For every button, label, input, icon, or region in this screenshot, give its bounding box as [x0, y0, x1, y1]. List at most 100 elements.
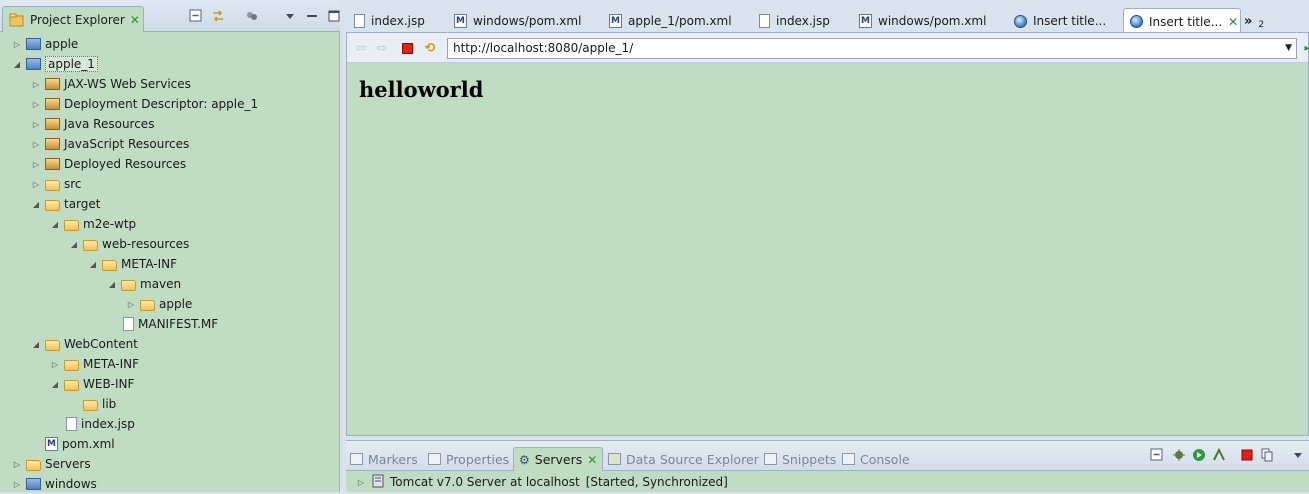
view-menu-icon[interactable]	[1291, 448, 1305, 462]
tree-item-label: target	[64, 197, 101, 211]
chevron-down-icon[interactable]: ▼	[1285, 39, 1292, 58]
maven-file-icon: M	[859, 14, 872, 28]
tree-item[interactable]: ▷ META-INF	[50, 354, 139, 374]
collapse-all-icon[interactable]	[1150, 448, 1164, 462]
expanded-twisty-icon[interactable]: ◢	[31, 200, 41, 209]
tab-snippets[interactable]: Snippets	[764, 447, 836, 471]
debug-server-icon[interactable]	[1172, 448, 1186, 462]
editor-tab-insert-title-active[interactable]: Insert title... ✕	[1123, 8, 1241, 34]
tree-item[interactable]: ▷ apple	[126, 294, 192, 314]
publish-icon[interactable]	[1260, 448, 1274, 462]
close-icon[interactable]: ✕	[130, 14, 140, 26]
link-with-editor-icon[interactable]	[211, 9, 225, 23]
collapsed-twisty-icon[interactable]: ▷	[31, 180, 41, 189]
collapsed-twisty-icon[interactable]: ▷	[12, 460, 22, 469]
filters-icon[interactable]	[245, 9, 259, 23]
maven-file-icon: M	[609, 14, 622, 28]
editor-tab-windows-pom-1[interactable]: M windows/pom.xml	[448, 8, 603, 34]
collapsed-twisty-icon[interactable]: ▷	[12, 40, 22, 49]
java-resources-icon	[45, 118, 60, 130]
tree-item[interactable]: MANIFEST.MF	[107, 314, 218, 334]
tree-item[interactable]: ◢ target	[31, 194, 101, 214]
stop-server-icon[interactable]	[1240, 448, 1254, 462]
maximize-icon[interactable]	[327, 9, 341, 23]
expanded-twisty-icon[interactable]: ◢	[88, 260, 98, 269]
profile-server-icon[interactable]	[1212, 447, 1226, 462]
tab-markers[interactable]: Markers	[350, 447, 418, 471]
server-row-tomcat[interactable]: ▷ Tomcat v7.0 Server at localhost [Start…	[356, 472, 728, 492]
folder-icon	[64, 219, 79, 231]
url-input[interactable]: http://localhost:8080/apple_1/ ▼	[447, 38, 1297, 59]
tree-item[interactable]: ◢ META-INF	[88, 254, 177, 274]
collapsed-twisty-icon[interactable]: ▷	[31, 80, 41, 89]
folder-icon	[102, 259, 117, 271]
editor-tab-overflow[interactable]: » 2	[1244, 8, 1268, 34]
tree-item[interactable]: ▷ apple	[12, 34, 78, 54]
explorer-toolbar: Project Explorer ✕	[0, 0, 340, 32]
close-icon[interactable]: ✕	[587, 454, 597, 466]
minimize-icon[interactable]	[305, 9, 319, 23]
tree-item[interactable]: ▷ Deployed Resources	[31, 154, 186, 174]
expand-twisty-icon[interactable]: ▷	[356, 478, 366, 487]
tree-item[interactable]: ▷ src	[31, 174, 82, 194]
tree-item[interactable]: ◢ web-resources	[69, 234, 189, 254]
expanded-twisty-icon[interactable]: ◢	[31, 340, 41, 349]
tree-item[interactable]: index.jsp	[50, 414, 135, 434]
tree-item[interactable]: ◢ WebContent	[31, 334, 138, 354]
tree-item-label: META-INF	[121, 257, 178, 271]
tree-item[interactable]: ◢ apple_1	[12, 54, 98, 74]
back-icon[interactable]: ⇦	[353, 40, 369, 56]
tree-item[interactable]: ▷ Java Resources	[31, 114, 155, 134]
properties-icon	[428, 453, 441, 465]
tree-item[interactable]: ▷ Servers	[12, 454, 91, 474]
collapsed-twisty-icon[interactable]: ▷	[126, 300, 136, 309]
close-icon[interactable]: ✕	[1228, 16, 1238, 28]
tab-properties[interactable]: Properties	[428, 447, 509, 471]
start-server-icon[interactable]	[1192, 448, 1206, 462]
editor-tab-insert-title-1[interactable]: Insert title...	[1008, 8, 1123, 34]
editor-tab-windows-pom-2[interactable]: M windows/pom.xml	[853, 8, 1008, 34]
folder-icon	[45, 199, 60, 211]
tree-item-label: Deployed Resources	[64, 157, 187, 171]
internal-web-browser: ⇦ ⇨ ⟲ http://localhost:8080/apple_1/ ▼ ▸…	[346, 32, 1309, 436]
tree-item[interactable]: ▷ Deployment Descriptor: apple_1	[31, 94, 258, 114]
tree-item[interactable]: lib	[69, 394, 116, 414]
tab-data-source-explorer[interactable]: Data Source Explorer	[608, 447, 759, 471]
tree-item-label: web-resources	[102, 237, 190, 251]
stop-icon[interactable]	[399, 40, 415, 56]
project-explorer-tab[interactable]: Project Explorer ✕	[2, 6, 144, 32]
javascript-resources-icon	[45, 138, 60, 150]
tree-item-label: JavaScript Resources	[64, 137, 190, 151]
collapsed-twisty-icon[interactable]: ▷	[31, 140, 41, 149]
expanded-twisty-icon[interactable]: ◢	[50, 380, 60, 389]
expanded-twisty-icon[interactable]: ◢	[107, 280, 117, 289]
tab-servers[interactable]: ⚙ Servers ✕	[513, 447, 604, 471]
url-text: http://localhost:8080/apple_1/	[453, 41, 634, 55]
tree-item[interactable]: ▷ JAX-WS Web Services	[31, 74, 191, 94]
tree-item[interactable]: Mpom.xml	[31, 434, 115, 454]
tree-item[interactable]: ▷ windows	[12, 474, 97, 494]
tree-item[interactable]: ◢ maven	[107, 274, 181, 294]
editor-tab-index-jsp-1[interactable]: index.jsp	[348, 8, 448, 34]
project-explorer-icon	[9, 13, 25, 27]
globe-icon	[1130, 15, 1143, 28]
forward-icon[interactable]: ⇨	[374, 40, 390, 56]
collapsed-twisty-icon[interactable]: ▷	[31, 100, 41, 109]
expanded-twisty-icon[interactable]: ◢	[69, 240, 79, 249]
collapsed-twisty-icon[interactable]: ▷	[31, 160, 41, 169]
go-icon[interactable]: ▸	[1299, 40, 1309, 56]
tab-console[interactable]: Console	[842, 447, 910, 471]
editor-tab-apple1-pom[interactable]: M apple_1/pom.xml	[603, 8, 753, 34]
tree-item[interactable]: ▷ JavaScript Resources	[31, 134, 189, 154]
expanded-twisty-icon[interactable]: ◢	[12, 60, 22, 69]
expanded-twisty-icon[interactable]: ◢	[50, 220, 60, 229]
collapsed-twisty-icon[interactable]: ▷	[31, 120, 41, 129]
collapsed-twisty-icon[interactable]: ▷	[12, 480, 22, 489]
editor-tab-index-jsp-2[interactable]: index.jsp	[753, 8, 853, 34]
collapsed-twisty-icon[interactable]: ▷	[50, 360, 60, 369]
view-menu-icon[interactable]	[283, 9, 297, 23]
refresh-icon[interactable]: ⟲	[422, 40, 438, 56]
collapse-all-icon[interactable]	[189, 9, 203, 23]
tree-item[interactable]: ◢ m2e-wtp	[50, 214, 136, 234]
tree-item[interactable]: ◢ WEB-INF	[50, 374, 135, 394]
